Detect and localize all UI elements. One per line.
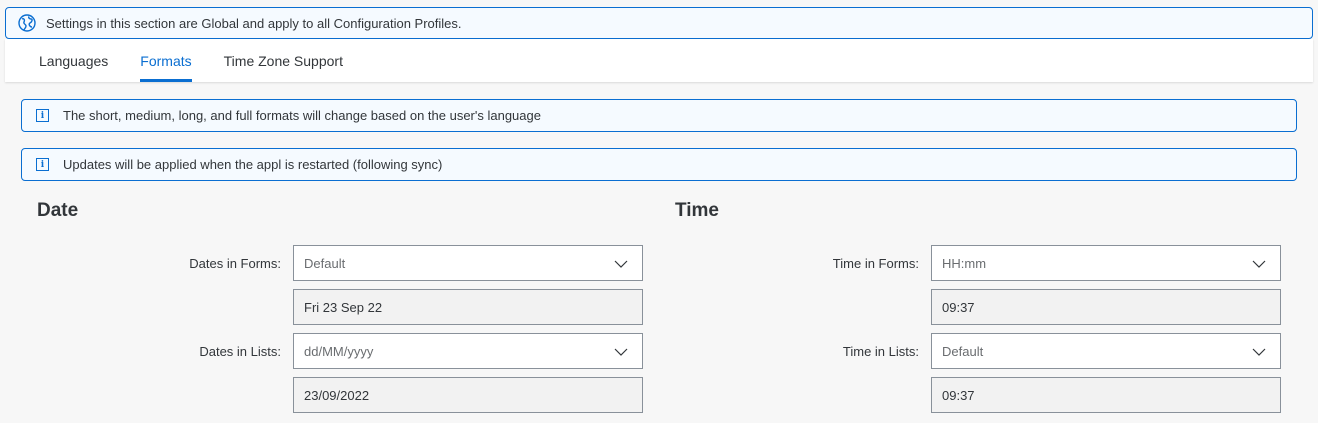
dates-in-lists-preview: 23/09/2022: [293, 377, 643, 413]
time-in-forms-value: HH:mm: [942, 255, 987, 271]
dates-in-forms-value: Default: [304, 255, 346, 271]
globe-icon: [18, 14, 36, 32]
tab-time-zone-support[interactable]: Time Zone Support: [224, 39, 343, 82]
time-in-lists-label: Time in Lists:: [842, 343, 919, 359]
dates-in-forms-preview: Fri 23 Sep 22: [293, 289, 643, 325]
dates-in-forms-select[interactable]: Default: [293, 245, 643, 281]
dates-in-lists-label: Dates in Lists:: [199, 343, 281, 359]
time-in-forms-preview: 09:37: [931, 289, 1281, 325]
time-in-forms-label: Time in Forms:: [832, 255, 919, 271]
time-in-lists-preview: 09:37: [931, 377, 1281, 413]
info-icon: i: [36, 158, 49, 171]
time-section-title: Time: [675, 200, 720, 221]
time-in-forms-select[interactable]: HH:mm: [931, 245, 1281, 281]
global-banner-text: Settings in this section are Global and …: [46, 15, 462, 31]
dates-in-lists-value: dd/MM/yyyy: [304, 343, 374, 359]
tab-languages[interactable]: Languages: [39, 39, 108, 82]
info-icon: i: [36, 109, 49, 122]
tab-formats[interactable]: Formats: [140, 39, 192, 82]
chevron-down-icon: [614, 348, 628, 356]
info-strip-updates: i Updates will be applied when the appl …: [21, 148, 1297, 181]
time-in-lists-value: Default: [942, 343, 984, 359]
tab-bar: Languages Formats Time Zone Support: [5, 39, 1313, 82]
dates-in-lists-select[interactable]: dd/MM/yyyy: [293, 333, 643, 369]
chevron-down-icon: [1252, 348, 1266, 356]
chevron-down-icon: [1252, 260, 1266, 268]
chevron-down-icon: [614, 260, 628, 268]
info-text-formats: The short, medium, long, and full format…: [63, 108, 541, 123]
info-text-updates: Updates will be applied when the appl is…: [63, 157, 443, 172]
dates-in-forms-label: Dates in Forms:: [189, 255, 281, 271]
global-settings-banner: Settings in this section are Global and …: [5, 7, 1313, 39]
info-strip-formats: i The short, medium, long, and full form…: [21, 99, 1297, 132]
time-in-lists-select[interactable]: Default: [931, 333, 1281, 369]
date-section-title: Date: [37, 200, 79, 221]
